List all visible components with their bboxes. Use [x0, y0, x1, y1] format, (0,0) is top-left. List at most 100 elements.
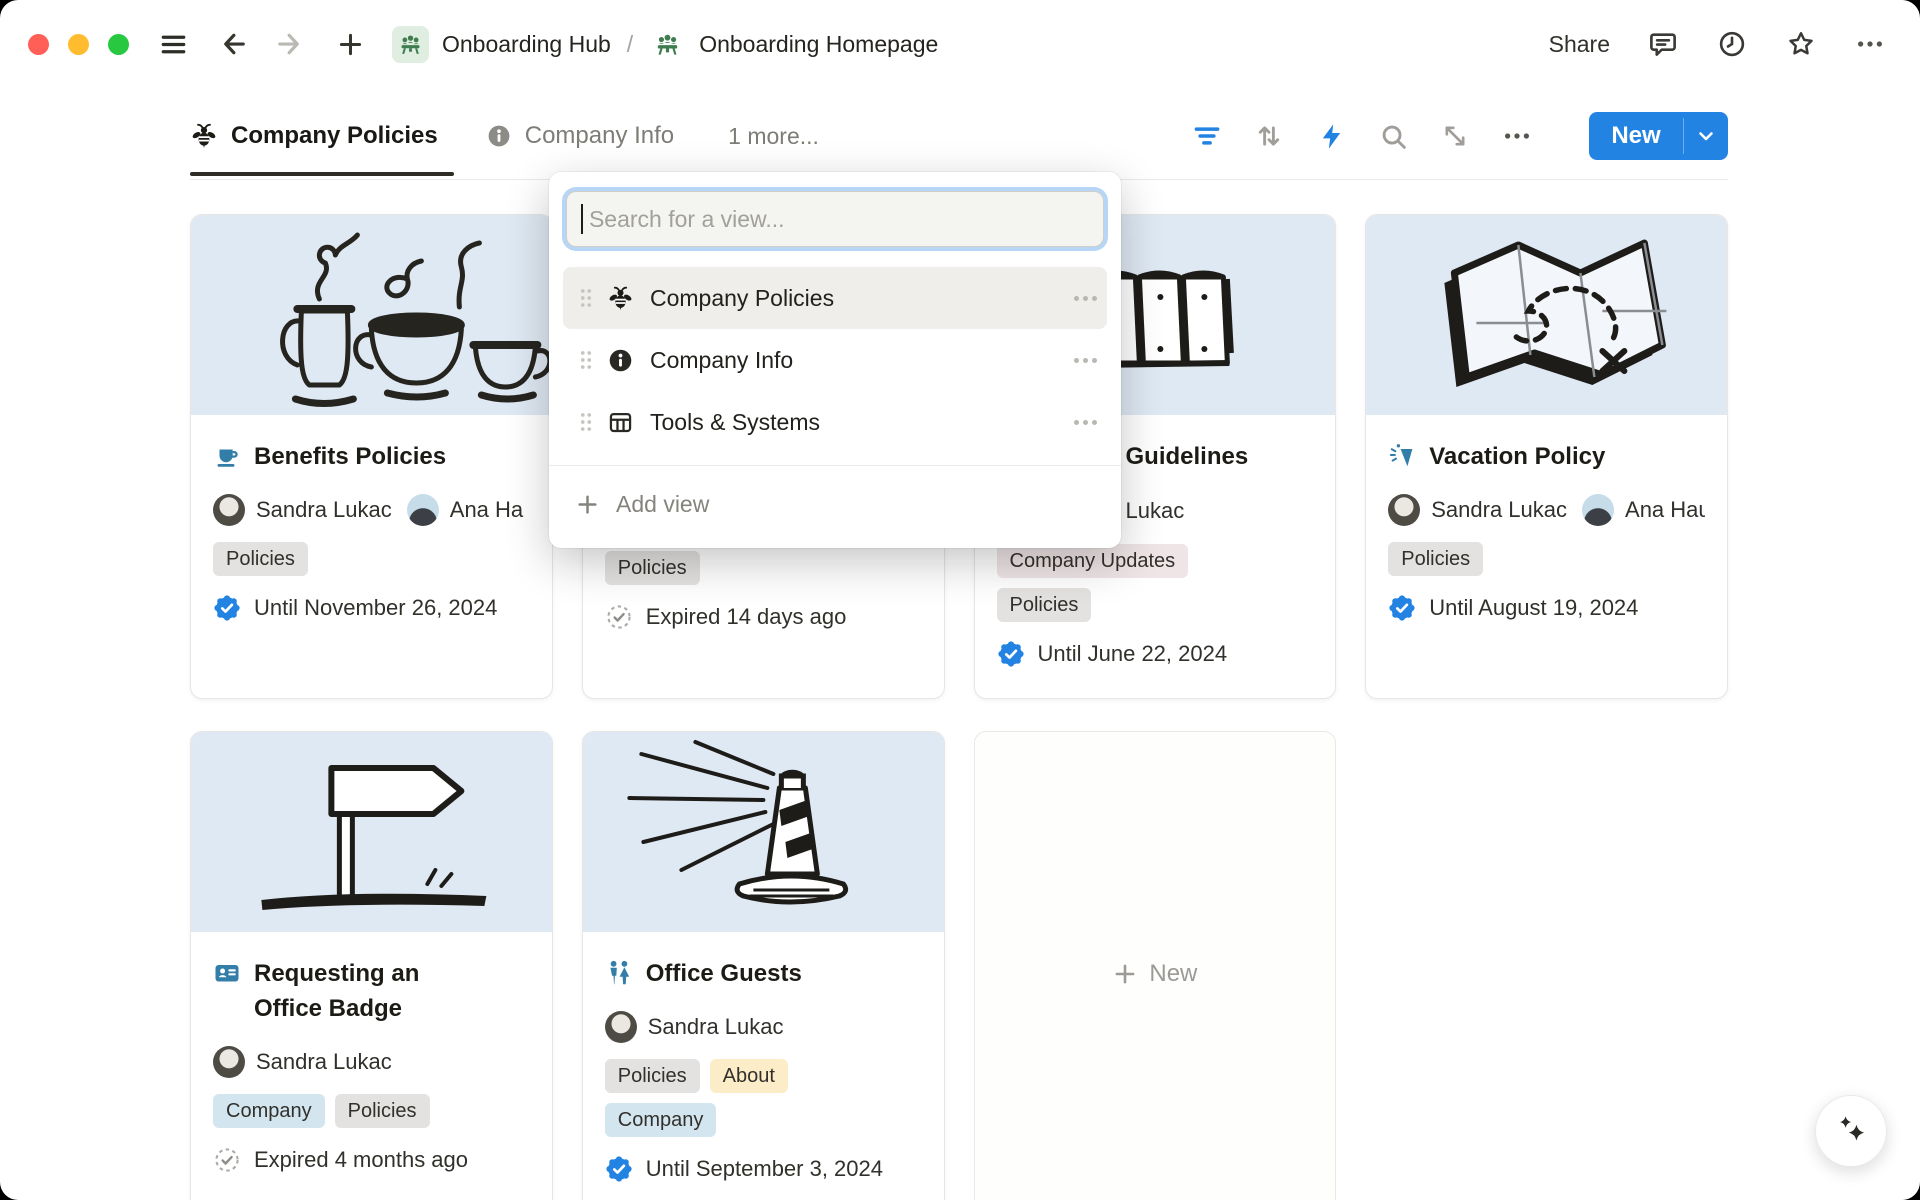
status-text: Until August 19, 2024: [1429, 595, 1638, 621]
expired-check-icon: [213, 1146, 241, 1174]
new-page-icon[interactable]: [334, 28, 366, 60]
card-title-row: Requesting an Office Badge: [213, 956, 443, 1026]
meeting-people-icon: [649, 26, 686, 63]
view-menu-item-label: Company Info: [650, 347, 793, 374]
view-menu-item-company-info[interactable]: Company Info: [563, 329, 1107, 391]
tab-company-info[interactable]: Company Info: [486, 92, 690, 180]
person: Sandra Lukac: [213, 494, 392, 526]
minimize-window-button[interactable]: [68, 34, 89, 55]
verified-badge-icon: [213, 594, 241, 622]
view-menu-item-label: Tools & Systems: [650, 409, 820, 436]
avatar: [407, 494, 439, 526]
people-row: Sandra Lukac: [213, 1046, 530, 1078]
view-item-options-icon[interactable]: [1074, 420, 1097, 425]
chevron-down-icon[interactable]: [1684, 112, 1728, 160]
tab-company-policies[interactable]: Company Policies: [190, 92, 454, 180]
status-text: Until June 22, 2024: [1038, 641, 1228, 667]
add-view-button[interactable]: Add view: [563, 474, 1107, 534]
verified-badge-icon: [1388, 594, 1416, 622]
titlebar-actions: Share: [1549, 28, 1886, 60]
person-name: Sandra Lukac: [256, 497, 392, 523]
card-vacation-policy[interactable]: Vacation Policy Sandra Lukac Ana Hau Pol…: [1365, 214, 1728, 699]
card-title-row: Benefits Policies: [213, 439, 530, 474]
forward-icon[interactable]: [275, 28, 307, 60]
tag-chip: About: [710, 1059, 788, 1093]
two-people-icon: [605, 959, 633, 987]
breadcrumb-separator: /: [624, 31, 636, 58]
meeting-people-icon: [392, 26, 429, 63]
drag-handle-icon[interactable]: [573, 285, 599, 311]
ai-assistant-button[interactable]: [1815, 1095, 1887, 1167]
add-view-label: Add view: [616, 491, 709, 518]
card-body: Vacation Policy Sandra Lukac Ana Hau Pol…: [1366, 415, 1727, 622]
view-item-options-icon[interactable]: [1074, 358, 1097, 363]
tags-row: Policies About Company: [605, 1059, 855, 1137]
breadcrumb-root[interactable]: Onboarding Hub: [442, 31, 611, 58]
status-row: Expired 14 days ago: [605, 603, 922, 631]
favorite-star-icon[interactable]: [1785, 28, 1817, 60]
person-name: Ana Hau: [1625, 497, 1705, 523]
bee-icon: [190, 122, 218, 150]
coffee-cup-icon: [213, 442, 241, 470]
view-menu-item-tools-systems[interactable]: Tools & Systems: [563, 391, 1107, 453]
card-benefits-policies[interactable]: Benefits Policies Sandra Lukac Ana Ha Po…: [190, 214, 553, 699]
breadcrumb-page[interactable]: Onboarding Homepage: [699, 31, 938, 58]
close-window-button[interactable]: [28, 34, 49, 55]
search-icon[interactable]: [1375, 118, 1411, 154]
card-body: Office Guests Sandra Lukac Policies Abou…: [583, 932, 944, 1183]
person: Ana Ha: [407, 494, 523, 526]
sort-icon[interactable]: [1251, 118, 1287, 154]
view-search-box[interactable]: [566, 191, 1104, 247]
avatar: [1388, 494, 1420, 526]
card-title: Office Guests: [646, 956, 802, 991]
person-name: Sandra Lukac: [648, 1014, 784, 1040]
tag-chip: Company: [605, 1103, 717, 1137]
new-card-button[interactable]: New: [974, 731, 1337, 1200]
menu-divider: [549, 465, 1121, 466]
sidebar-menu-icon[interactable]: [157, 28, 189, 60]
traffic-lights: [28, 34, 129, 55]
more-views-button[interactable]: 1 more...: [728, 123, 819, 150]
new-button[interactable]: New: [1589, 112, 1728, 160]
person: Sandra Lukac: [1388, 494, 1567, 526]
automations-bolt-icon[interactable]: [1313, 118, 1349, 154]
tags-row: Company Policies: [213, 1094, 530, 1128]
tags-row: Policies: [1388, 542, 1705, 576]
card-office-guests[interactable]: Office Guests Sandra Lukac Policies Abou…: [582, 731, 945, 1200]
text-caret: [581, 204, 583, 234]
zoom-window-button[interactable]: [108, 34, 129, 55]
card-title-row: Vacation Policy: [1388, 439, 1705, 474]
drag-handle-icon[interactable]: [573, 409, 599, 435]
avatar: [213, 1046, 245, 1078]
filter-icon[interactable]: [1189, 118, 1225, 154]
view-search-input[interactable]: [587, 205, 1089, 234]
status-text: Expired 14 days ago: [646, 604, 847, 630]
avatar: [1582, 494, 1614, 526]
app-window: Onboarding Hub / Onboarding Homepage Sha…: [0, 0, 1920, 1200]
verified-badge-icon: [605, 1155, 633, 1183]
back-icon[interactable]: [216, 28, 248, 60]
expand-view-icon[interactable]: [1437, 118, 1473, 154]
card-cover-mugs-doodle: [191, 215, 552, 415]
card-title-row: Office Guests: [605, 956, 922, 991]
view-toolbar: Company Policies Company Info 1 more... …: [190, 92, 1728, 180]
tag-chip: Policies: [213, 542, 308, 576]
drag-handle-icon[interactable]: [573, 347, 599, 373]
view-menu-item-company-policies[interactable]: Company Policies: [563, 267, 1107, 329]
view-item-options-icon[interactable]: [1074, 296, 1097, 301]
more-options-icon[interactable]: [1854, 28, 1886, 60]
comments-icon[interactable]: [1647, 28, 1679, 60]
tag-chip: Policies: [605, 551, 700, 585]
card-office-badge[interactable]: Requesting an Office Badge Sandra Lukac …: [190, 731, 553, 1200]
people-row: Sandra Lukac: [605, 1011, 922, 1043]
share-button[interactable]: Share: [1549, 31, 1610, 58]
history-clock-icon[interactable]: [1716, 28, 1748, 60]
card-cover-signpost-doodle: [191, 732, 552, 932]
view-tabs: Company Policies Company Info 1 more...: [190, 92, 819, 180]
person: Sandra Lukac: [213, 1046, 392, 1078]
view-options-icon[interactable]: [1499, 118, 1535, 154]
new-button-label[interactable]: New: [1589, 112, 1683, 160]
avatar: [605, 1011, 637, 1043]
status-row: Until November 26, 2024: [213, 594, 530, 622]
status-row: Until June 22, 2024: [997, 640, 1314, 668]
